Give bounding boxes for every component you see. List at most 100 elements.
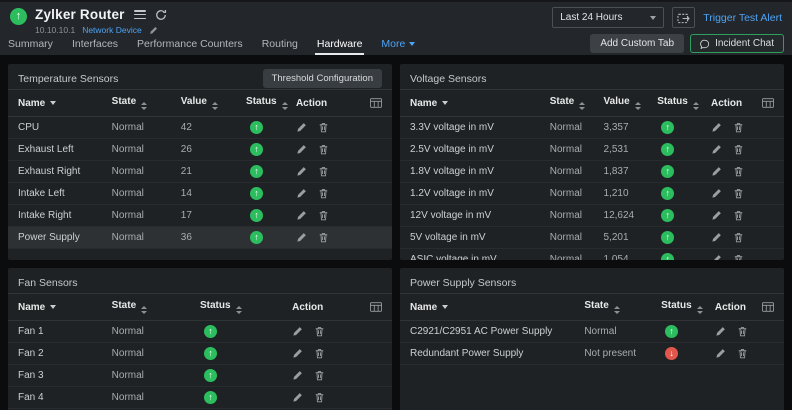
table-row[interactable]: Fan 2Normal↑: [8, 343, 392, 365]
tab-more[interactable]: More: [381, 32, 415, 55]
delete-button[interactable]: [318, 188, 329, 199]
delete-button[interactable]: [737, 348, 748, 359]
tab-performance-counters[interactable]: Performance Counters: [137, 32, 243, 55]
edit-button[interactable]: [711, 254, 722, 260]
sort-icon: [697, 306, 703, 314]
column-label: State: [112, 300, 136, 311]
threshold-configuration-button[interactable]: Threshold Configuration: [263, 69, 382, 88]
column-header-name[interactable]: Name: [400, 294, 584, 321]
panel-title: Voltage Sensors: [410, 73, 486, 85]
column-header-name[interactable]: Name: [400, 90, 550, 117]
state-cell: Normal: [550, 161, 604, 183]
table-row[interactable]: Fan 4Normal↑: [8, 387, 392, 409]
table-row[interactable]: Intake RightNormal17↑: [8, 205, 392, 227]
delete-button[interactable]: [318, 232, 329, 243]
add-custom-tab-button[interactable]: Add Custom Tab: [590, 34, 684, 53]
column-chooser-icon[interactable]: [762, 98, 774, 108]
status-cell: ↑: [246, 117, 296, 139]
delete-button[interactable]: [733, 122, 744, 133]
delete-button[interactable]: [314, 370, 325, 381]
table-row[interactable]: ASIC voltage in mVNormal1,054↑: [400, 249, 784, 261]
edit-button[interactable]: [711, 122, 722, 133]
incident-chat-button[interactable]: Incident Chat: [690, 34, 784, 53]
column-header-state[interactable]: State: [112, 294, 200, 321]
column-header-name[interactable]: Name: [8, 294, 112, 321]
column-header-state[interactable]: State: [112, 90, 181, 117]
edit-button[interactable]: [711, 210, 722, 221]
column-header-value[interactable]: Value: [181, 90, 246, 117]
edit-button[interactable]: [296, 210, 307, 221]
edit-button[interactable]: [292, 348, 303, 359]
action-cell: [292, 343, 392, 365]
table-row[interactable]: Exhaust LeftNormal26↑: [8, 139, 392, 161]
tab-routing[interactable]: Routing: [262, 32, 298, 55]
tab-interfaces[interactable]: Interfaces: [72, 32, 118, 55]
delete-button[interactable]: [318, 210, 329, 221]
delete-button[interactable]: [737, 326, 748, 337]
column-header-status[interactable]: Status: [657, 90, 711, 117]
delete-button[interactable]: [318, 122, 329, 133]
table-row[interactable]: Redundant Power SupplyNot present↓: [400, 343, 784, 365]
tab-hardware[interactable]: Hardware: [317, 32, 363, 55]
column-label: Name: [410, 98, 437, 109]
edit-button[interactable]: [292, 392, 303, 403]
edit-button[interactable]: [296, 166, 307, 177]
column-chooser-icon[interactable]: [762, 302, 774, 312]
edit-button[interactable]: [715, 326, 726, 337]
table-row[interactable]: Exhaust RightNormal21↑: [8, 161, 392, 183]
delete-button[interactable]: [318, 166, 329, 177]
table-row[interactable]: 2.5V voltage in mVNormal2,531↑: [400, 139, 784, 161]
refresh-icon[interactable]: [155, 9, 167, 21]
edit-button[interactable]: [296, 188, 307, 199]
delete-button[interactable]: [733, 166, 744, 177]
trigger-test-alert-link[interactable]: Trigger Test Alert: [703, 12, 782, 24]
delete-button[interactable]: [733, 188, 744, 199]
delete-button[interactable]: [733, 144, 744, 155]
table-row[interactable]: 1.8V voltage in mVNormal1,837↑: [400, 161, 784, 183]
table-row[interactable]: Fan 1Normal↑: [8, 321, 392, 343]
sort-icon: [579, 102, 585, 110]
delete-button[interactable]: [733, 210, 744, 221]
column-header-state[interactable]: State: [584, 294, 661, 321]
menu-icon[interactable]: [134, 10, 146, 19]
delete-button[interactable]: [733, 232, 744, 243]
table-row[interactable]: Fan 3Normal↑: [8, 365, 392, 387]
edit-button[interactable]: [296, 144, 307, 155]
column-chooser-icon[interactable]: [370, 302, 382, 312]
edit-button[interactable]: [711, 232, 722, 243]
column-header-value[interactable]: Value: [604, 90, 658, 117]
status-up-icon: ↑: [204, 391, 217, 404]
delete-button[interactable]: [733, 254, 744, 260]
edit-button[interactable]: [292, 370, 303, 381]
delete-button[interactable]: [314, 348, 325, 359]
column-header-status[interactable]: Status: [246, 90, 296, 117]
column-chooser-icon[interactable]: [370, 98, 382, 108]
tab-summary[interactable]: Summary: [8, 32, 53, 55]
table-row[interactable]: 3.3V voltage in mVNormal3,357↑: [400, 117, 784, 139]
delete-button[interactable]: [314, 392, 325, 403]
table-row[interactable]: Power SupplyNormal36↑: [8, 227, 392, 249]
edit-button[interactable]: [296, 232, 307, 243]
power-supply-sensors-panel: Power Supply SensorsNameStateStatusActio…: [400, 268, 784, 410]
column-header-state[interactable]: State: [550, 90, 604, 117]
edit-button[interactable]: [296, 122, 307, 133]
popout-button[interactable]: [672, 7, 695, 28]
table-row[interactable]: 12V voltage in mVNormal12,624↑: [400, 205, 784, 227]
table-row[interactable]: 1.2V voltage in mVNormal1,210↑: [400, 183, 784, 205]
value-cell: 3,357: [604, 117, 658, 139]
column-header-name[interactable]: Name: [8, 90, 112, 117]
column-header-status[interactable]: Status: [200, 294, 292, 321]
edit-button[interactable]: [292, 326, 303, 337]
time-range-select[interactable]: Last 24 Hours: [552, 7, 664, 28]
table-row[interactable]: Intake LeftNormal14↑: [8, 183, 392, 205]
table-row[interactable]: CPUNormal42↑: [8, 117, 392, 139]
edit-button[interactable]: [711, 188, 722, 199]
delete-button[interactable]: [314, 326, 325, 337]
table-row[interactable]: C2921/C2951 AC Power SupplyNormal↑: [400, 321, 784, 343]
delete-button[interactable]: [318, 144, 329, 155]
edit-button[interactable]: [715, 348, 726, 359]
edit-button[interactable]: [711, 166, 722, 177]
table-row[interactable]: 5V voltage in mVNormal5,201↑: [400, 227, 784, 249]
column-header-status[interactable]: Status: [661, 294, 715, 321]
edit-button[interactable]: [711, 144, 722, 155]
